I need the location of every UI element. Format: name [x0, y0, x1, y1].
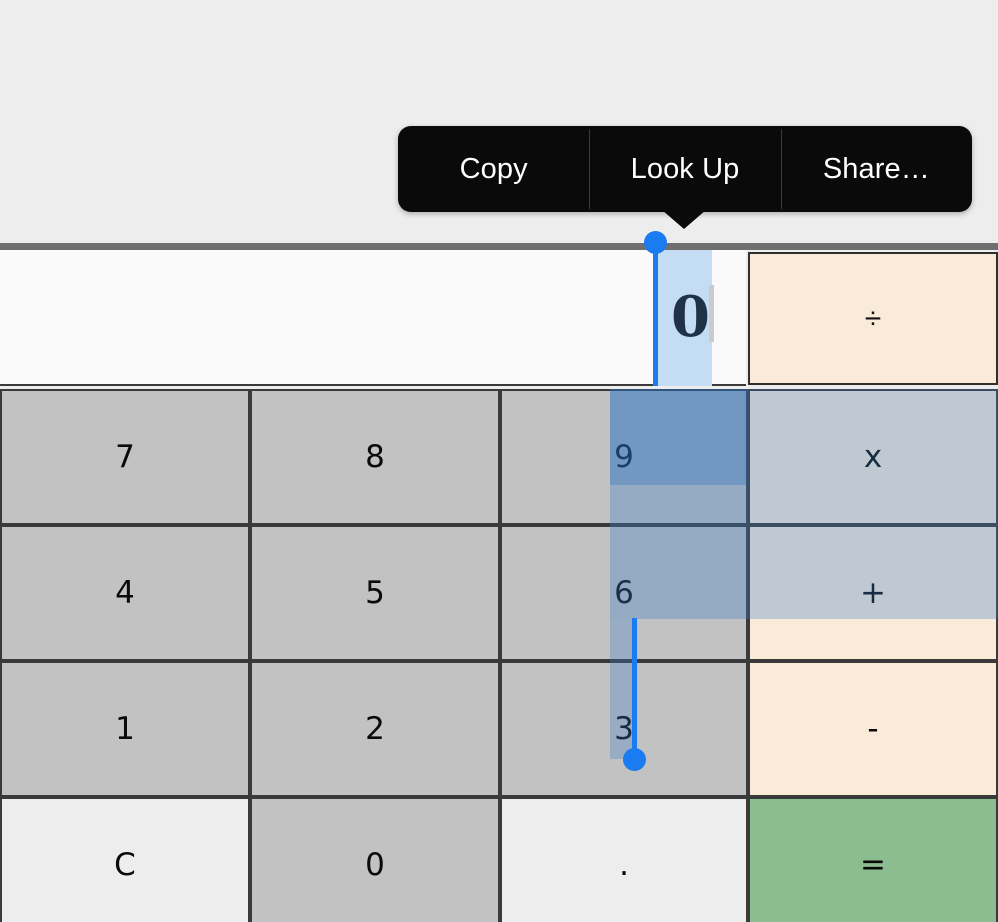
key-nine[interactable]: 9: [500, 389, 748, 525]
key-multiply[interactable]: x: [748, 389, 998, 525]
key-three-label: 3: [614, 710, 634, 747]
context-menu-item-look-up[interactable]: Look Up: [589, 126, 780, 212]
key-clear-label: C: [114, 846, 136, 883]
text-selection-context-menu[interactable]: Copy Look Up Share…: [398, 126, 972, 212]
toolbar-separator: [0, 243, 998, 250]
display-value: 0: [671, 284, 710, 350]
key-seven[interactable]: 7: [0, 389, 250, 525]
calculator-screen: Copy Look Up Share… 0 ÷ 7 8 9 x 4 5 6 + …: [0, 0, 998, 922]
key-one[interactable]: 1: [0, 661, 250, 797]
key-eight[interactable]: 8: [250, 389, 500, 525]
key-eight-label: 8: [365, 438, 385, 475]
key-equals[interactable]: =: [748, 797, 998, 922]
calculator-body: 0 ÷ 7 8 9 x 4 5 6 + 1 2 3 - C 0 . =: [0, 250, 998, 922]
display-row: 0 ÷: [0, 250, 998, 387]
key-seven-label: 7: [115, 438, 135, 475]
context-menu-label-share: Share…: [822, 152, 930, 185]
keypad: 7 8 9 x 4 5 6 + 1 2 3 - C 0 . =: [0, 389, 998, 922]
key-plus-label: +: [860, 574, 886, 611]
key-three[interactable]: 3: [500, 661, 748, 797]
key-minus-label: -: [867, 710, 879, 747]
key-decimal[interactable]: .: [500, 797, 748, 922]
key-two-label: 2: [365, 710, 385, 747]
key-six[interactable]: 6: [500, 525, 748, 661]
context-menu-pointer-arrow-icon: [662, 210, 706, 229]
context-menu-item-share[interactable]: Share…: [780, 126, 972, 212]
key-one-label: 1: [115, 710, 135, 747]
context-menu-item-copy[interactable]: Copy: [398, 126, 589, 212]
context-menu-label-copy: Copy: [459, 152, 528, 185]
key-divide-label: ÷: [864, 301, 882, 335]
display-field[interactable]: 0: [0, 250, 746, 386]
key-divide[interactable]: ÷: [748, 252, 998, 385]
key-multiply-label: x: [863, 438, 883, 475]
key-five[interactable]: 5: [250, 525, 500, 661]
key-four-label: 4: [115, 574, 135, 611]
key-decimal-label: .: [619, 846, 629, 883]
key-zero-label: 0: [365, 846, 385, 883]
key-zero[interactable]: 0: [250, 797, 500, 922]
key-plus[interactable]: +: [748, 525, 998, 661]
context-menu-label-look-up: Look Up: [630, 152, 740, 185]
key-clear[interactable]: C: [0, 797, 250, 922]
key-equals-label: =: [860, 846, 886, 883]
key-minus[interactable]: -: [748, 661, 998, 797]
key-six-label: 6: [614, 574, 634, 611]
key-two[interactable]: 2: [250, 661, 500, 797]
key-four[interactable]: 4: [0, 525, 250, 661]
key-five-label: 5: [365, 574, 385, 611]
key-nine-label: 9: [614, 438, 634, 475]
